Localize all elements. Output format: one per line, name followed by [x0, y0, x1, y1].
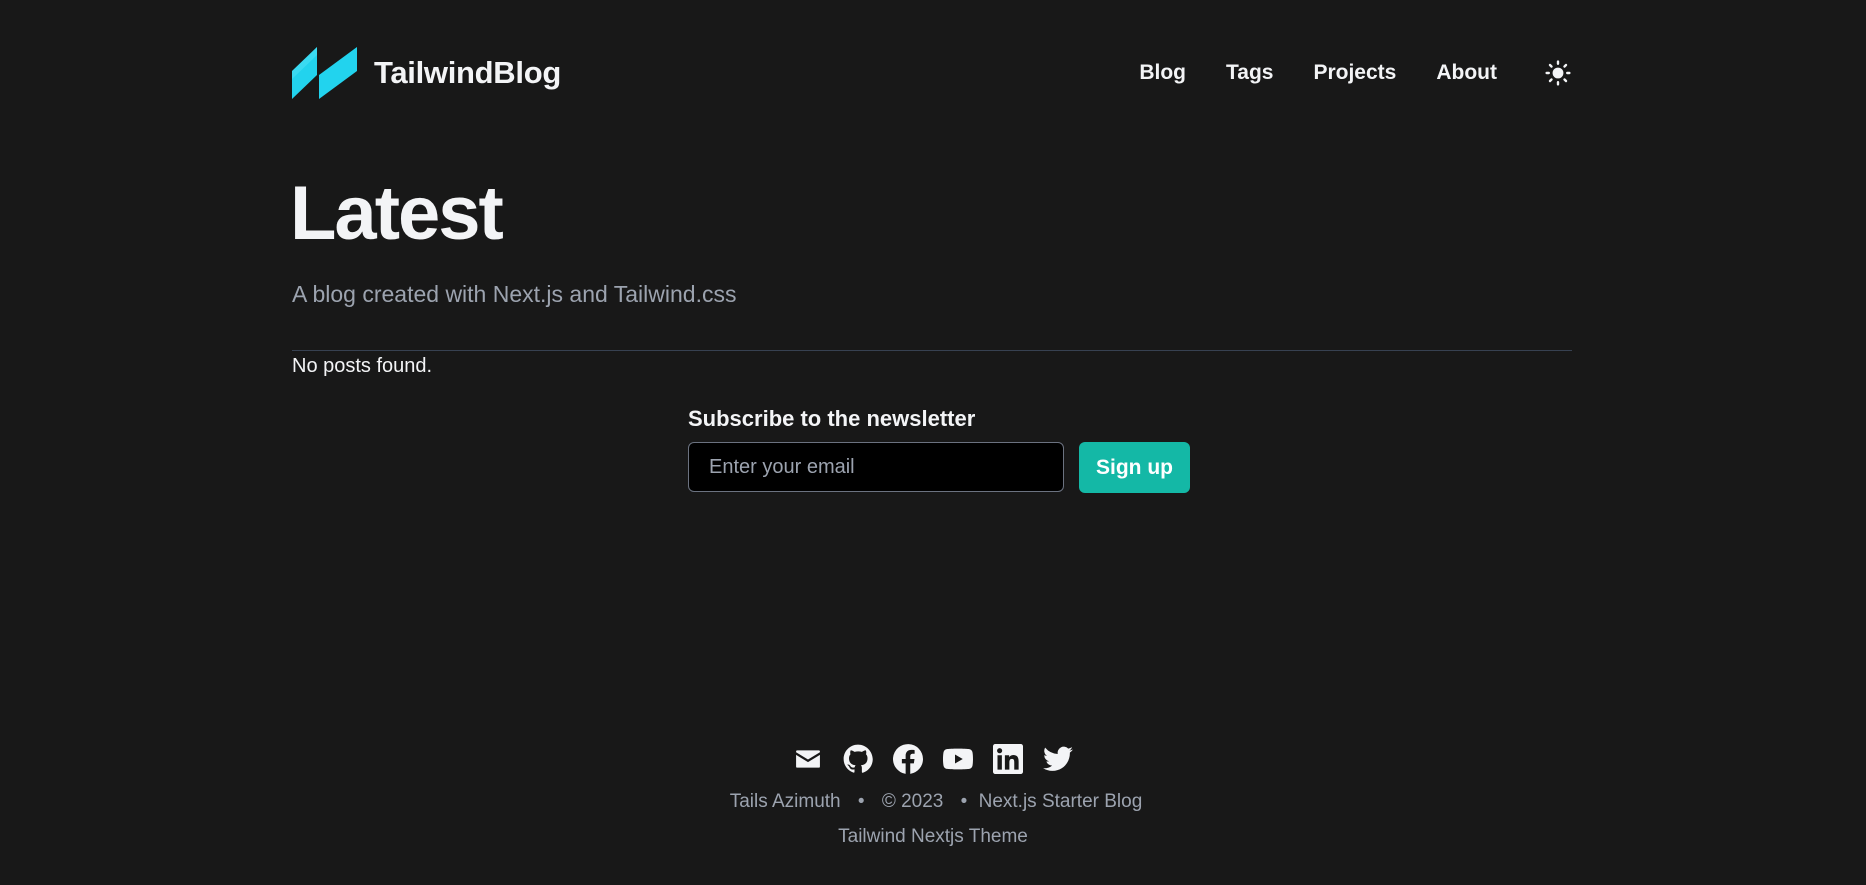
nav-link-projects[interactable]: Projects: [1313, 61, 1396, 85]
footer-site-link[interactable]: Next.js Starter Blog: [979, 791, 1143, 812]
site-header: TailwindBlog Blog Tags Projects About: [292, 46, 1572, 100]
page-subtitle: A blog created with Next.js and Tailwind…: [292, 281, 737, 307]
home-logo-link[interactable]: TailwindBlog: [292, 46, 561, 100]
nav-link-about[interactable]: About: [1436, 61, 1497, 85]
mail-icon[interactable]: [793, 744, 823, 774]
facebook-icon[interactable]: [893, 744, 923, 774]
footer-separator: •: [857, 791, 865, 812]
newsletter-section: Subscribe to the newsletter Sign up: [688, 404, 1190, 493]
footer-author: Tails Azimuth: [729, 791, 841, 812]
newsletter-form: Sign up: [688, 442, 1190, 493]
footer-theme-link[interactable]: Tailwind Nextjs Theme: [838, 826, 1028, 847]
social-links: [793, 744, 1073, 774]
footer-theme: Tailwind Nextjs Theme: [0, 824, 1866, 850]
footer-separator: •: [960, 791, 968, 812]
twitter-icon[interactable]: [1043, 744, 1073, 774]
linkedin-icon[interactable]: [993, 744, 1023, 774]
nav-link-blog[interactable]: Blog: [1139, 61, 1186, 85]
footer-copyright: © 2023: [881, 791, 944, 812]
empty-posts-message: No posts found.: [292, 355, 433, 377]
tailwind-logo-icon: [292, 47, 357, 99]
footer-meta: Tails Azimuth • © 2023 • Next.js Starter…: [0, 789, 1866, 815]
newsletter-title: Subscribe to the newsletter: [688, 406, 976, 431]
page-title: Latest: [290, 171, 504, 256]
sun-icon: [1545, 60, 1571, 86]
signup-button[interactable]: Sign up: [1079, 442, 1190, 493]
youtube-icon[interactable]: [943, 744, 973, 774]
theme-toggle-button[interactable]: [1544, 59, 1572, 87]
nav-link-tags[interactable]: Tags: [1226, 61, 1273, 85]
site-title: TailwindBlog: [374, 55, 561, 90]
divider: [292, 350, 1572, 351]
page: TailwindBlog Blog Tags Projects About La…: [0, 0, 1866, 885]
email-input[interactable]: [688, 442, 1064, 492]
main-nav: Blog Tags Projects About: [1099, 46, 1572, 100]
github-icon[interactable]: [843, 744, 873, 774]
